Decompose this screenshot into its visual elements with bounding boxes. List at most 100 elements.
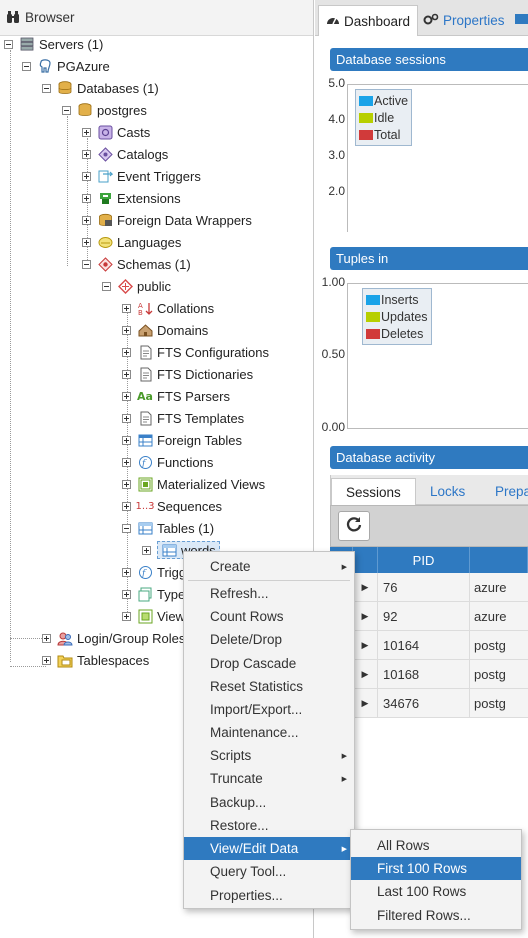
tree-event-triggers[interactable]: Event Triggers bbox=[82, 165, 201, 187]
tree-fts-templates[interactable]: FTS Templates bbox=[122, 407, 244, 429]
expand-toggle[interactable] bbox=[122, 611, 131, 621]
user-cell: azure bbox=[474, 609, 507, 624]
tree-extensions[interactable]: Extensions bbox=[82, 187, 181, 209]
table-row[interactable]: ▶ 76 azure bbox=[330, 573, 528, 602]
collapse-toggle[interactable] bbox=[102, 281, 111, 291]
expand-toggle[interactable] bbox=[82, 215, 91, 225]
tab-overflow[interactable] bbox=[515, 14, 528, 24]
tree-materialized-views[interactable]: Materialized Views bbox=[122, 473, 265, 495]
expand-row-icon[interactable]: ▶ bbox=[353, 602, 378, 631]
tab-sessions[interactable]: Sessions bbox=[331, 478, 416, 505]
expand-toggle[interactable] bbox=[82, 171, 91, 181]
menu-item-delete-drop[interactable]: Delete/Drop bbox=[184, 628, 354, 651]
grid-header-pid[interactable]: PID bbox=[378, 547, 470, 573]
catalogs-icon bbox=[97, 146, 113, 162]
tree-servers[interactable]: Servers (1) bbox=[4, 33, 103, 55]
collapse-toggle[interactable] bbox=[22, 61, 31, 71]
tree-fts-parsers[interactable]: Aa FTS Parsers bbox=[122, 385, 230, 407]
menu-item-properties[interactable]: Properties... bbox=[184, 884, 354, 907]
collapse-toggle[interactable] bbox=[82, 259, 91, 269]
refresh-button[interactable] bbox=[338, 511, 370, 541]
expand-row-icon[interactable]: ▶ bbox=[353, 573, 378, 602]
tree-casts[interactable]: Casts bbox=[82, 121, 150, 143]
expand-toggle[interactable] bbox=[82, 127, 91, 137]
submenu-item-first-100-rows[interactable]: First 100 Rows bbox=[351, 857, 521, 880]
table-row[interactable]: ▶ 92 azure bbox=[330, 602, 528, 631]
expand-toggle[interactable] bbox=[122, 457, 131, 467]
table-row[interactable]: ▶ 10164 postg bbox=[330, 631, 528, 660]
collapse-toggle[interactable] bbox=[122, 523, 131, 533]
tree-domains[interactable]: Domains bbox=[122, 319, 208, 341]
tree-label: Login/Group Roles bbox=[77, 630, 186, 646]
collapse-toggle[interactable] bbox=[62, 105, 71, 115]
table-row[interactable]: ▶ 34676 postg bbox=[330, 689, 528, 718]
tree-fts-configurations[interactable]: FTS Configurations bbox=[122, 341, 269, 363]
tree-login-roles[interactable]: Login/Group Roles bbox=[42, 627, 185, 649]
menu-label: Restore... bbox=[210, 818, 269, 833]
expand-toggle[interactable] bbox=[122, 479, 131, 489]
submenu-item-last-100-rows[interactable]: Last 100 Rows bbox=[351, 880, 521, 903]
menu-item-count-rows[interactable]: Count Rows bbox=[184, 605, 354, 628]
tree-server-pgazure[interactable]: PGAzure bbox=[22, 55, 110, 77]
expand-toggle[interactable] bbox=[122, 369, 131, 379]
expand-toggle[interactable] bbox=[122, 435, 131, 445]
menu-item-refresh[interactable]: Refresh... bbox=[184, 582, 354, 605]
expand-toggle[interactable] bbox=[82, 193, 91, 203]
menu-item-import-export[interactable]: Import/Export... bbox=[184, 698, 354, 721]
expand-toggle[interactable] bbox=[122, 413, 131, 423]
collapse-toggle[interactable] bbox=[4, 39, 13, 49]
tree-tables[interactable]: Tables (1) bbox=[122, 517, 214, 539]
tab-dashboard[interactable]: Dashboard bbox=[318, 5, 419, 36]
menu-item-create[interactable]: Create ▶ bbox=[184, 555, 354, 578]
table-row[interactable]: ▶ 10168 postg bbox=[330, 660, 528, 689]
submenu-item-filtered-rows[interactable]: Filtered Rows... bbox=[351, 904, 521, 927]
tree-sequences[interactable]: 1..3 Sequences bbox=[122, 495, 222, 517]
tab-prepared[interactable]: Prepa bbox=[481, 478, 528, 505]
menu-item-truncate[interactable]: Truncate ▶ bbox=[184, 767, 354, 790]
tree-tablespaces[interactable]: Tablespaces bbox=[42, 649, 149, 671]
menu-item-reset-statistics[interactable]: Reset Statistics bbox=[184, 675, 354, 698]
expand-toggle[interactable] bbox=[82, 149, 91, 159]
tree-types[interactable]: Type bbox=[122, 583, 185, 605]
submenu-item-all-rows[interactable]: All Rows bbox=[351, 834, 521, 857]
tree-catalogs[interactable]: Catalogs bbox=[82, 143, 168, 165]
expand-row-icon[interactable]: ▶ bbox=[353, 660, 378, 689]
expand-toggle[interactable] bbox=[122, 325, 131, 335]
expand-toggle[interactable] bbox=[122, 303, 131, 313]
expand-toggle[interactable] bbox=[42, 655, 51, 665]
menu-item-view-edit-data[interactable]: View/Edit Data ▶ bbox=[184, 837, 354, 860]
grid-header-cell[interactable] bbox=[470, 547, 528, 573]
tree-trigger-functions[interactable]: f Trigg bbox=[122, 561, 186, 583]
tree-foreign-data-wrappers[interactable]: Foreign Data Wrappers bbox=[82, 209, 252, 231]
sessions-legend: Active Idle Total bbox=[355, 89, 413, 146]
collapse-toggle[interactable] bbox=[42, 83, 51, 93]
expand-toggle[interactable] bbox=[122, 501, 131, 511]
expand-toggle[interactable] bbox=[82, 237, 91, 247]
menu-item-drop-cascade[interactable]: Drop Cascade bbox=[184, 652, 354, 675]
tree-functions[interactable]: f Functions bbox=[122, 451, 213, 473]
tree-schemas[interactable]: Schemas (1) bbox=[82, 253, 191, 275]
expand-toggle[interactable] bbox=[42, 633, 51, 643]
menu-item-backup[interactable]: Backup... bbox=[184, 791, 354, 814]
expand-toggle[interactable] bbox=[122, 347, 131, 357]
menu-item-restore[interactable]: Restore... bbox=[184, 814, 354, 837]
menu-item-scripts[interactable]: Scripts ▶ bbox=[184, 744, 354, 767]
menu-item-query-tool[interactable]: Query Tool... bbox=[184, 860, 354, 883]
expand-row-icon[interactable]: ▶ bbox=[353, 631, 378, 660]
expand-toggle[interactable] bbox=[122, 567, 131, 577]
expand-toggle[interactable] bbox=[122, 391, 131, 401]
tree-databases[interactable]: Databases (1) bbox=[42, 77, 159, 99]
expand-toggle[interactable] bbox=[142, 545, 151, 555]
expand-row-icon[interactable]: ▶ bbox=[353, 689, 378, 718]
tree-schema-public[interactable]: public bbox=[102, 275, 171, 297]
tree-fts-dictionaries[interactable]: FTS Dictionaries bbox=[122, 363, 253, 385]
menu-item-maintenance[interactable]: Maintenance... bbox=[184, 721, 354, 744]
tree-foreign-tables[interactable]: Foreign Tables bbox=[122, 429, 242, 451]
tab-properties[interactable]: Properties bbox=[416, 5, 512, 36]
tree-database-postgres[interactable]: postgres bbox=[62, 99, 147, 121]
tree-languages[interactable]: Languages bbox=[82, 231, 181, 253]
tab-locks[interactable]: Locks bbox=[416, 478, 479, 505]
expand-toggle[interactable] bbox=[122, 589, 131, 599]
tree-views[interactable]: View bbox=[122, 605, 185, 627]
tree-collations[interactable]: AB Collations bbox=[122, 297, 214, 319]
